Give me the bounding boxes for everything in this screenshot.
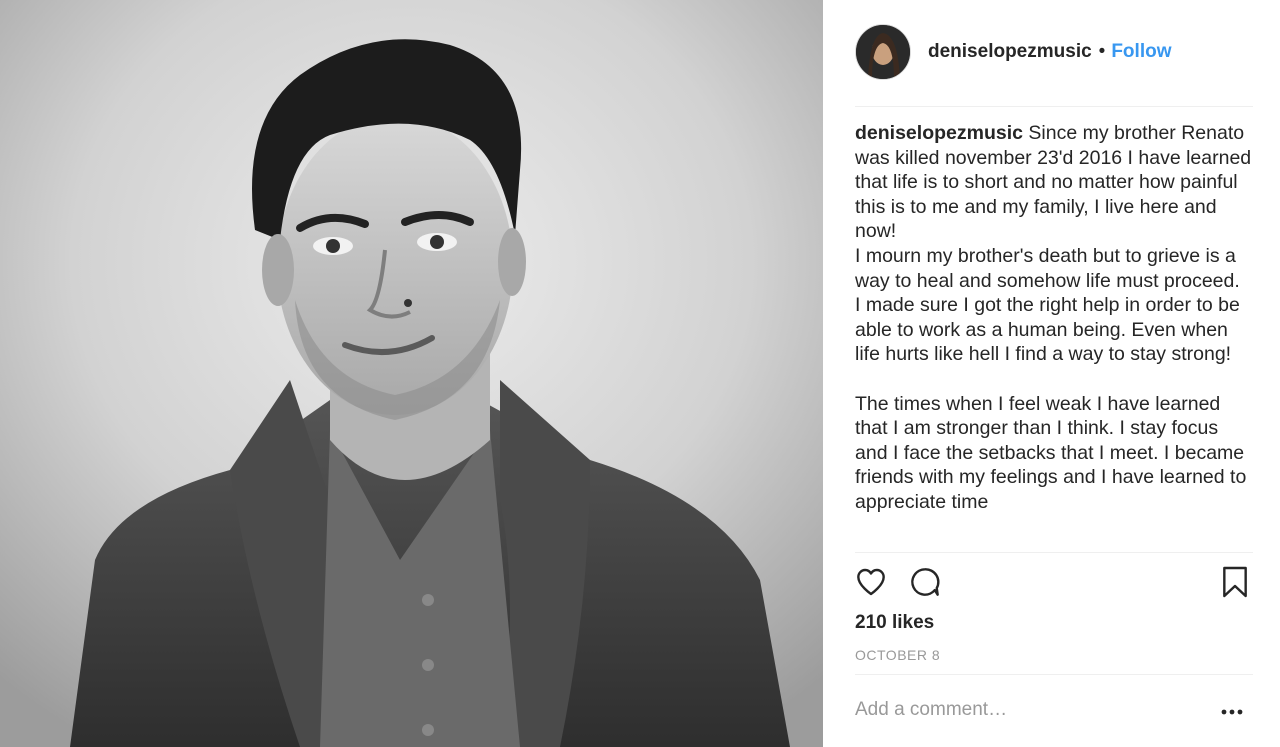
follow-button[interactable]: Follow	[1111, 41, 1171, 63]
comment-row	[855, 690, 1253, 730]
more-dots-icon[interactable]	[1221, 702, 1243, 720]
heart-icon[interactable]	[855, 566, 887, 598]
caption: deniselopezmusic Since my brother Renato…	[855, 121, 1253, 515]
username-link[interactable]: deniselopezmusic	[928, 41, 1092, 63]
comment-input[interactable]	[855, 690, 1195, 730]
caption-username[interactable]: deniselopezmusic	[855, 122, 1023, 144]
action-bar	[855, 566, 1253, 604]
avatar[interactable]	[855, 24, 911, 80]
likes-count[interactable]: 210 likes	[855, 612, 934, 634]
comment-bubble-icon[interactable]	[909, 566, 941, 598]
bookmark-icon[interactable]	[1221, 566, 1249, 598]
divider	[855, 674, 1253, 675]
portrait-image	[0, 0, 823, 747]
post-date[interactable]: OCTOBER 8	[855, 647, 940, 663]
post-header: deniselopezmusic • Follow	[855, 24, 1253, 80]
divider	[855, 106, 1253, 107]
post-photo[interactable]	[0, 0, 823, 747]
post-details-panel: deniselopezmusic • Follow deniselopezmus…	[823, 0, 1280, 747]
caption-text: Since my brother Renato was killed novem…	[855, 122, 1252, 513]
separator-dot: •	[1098, 41, 1106, 62]
caption-scroll-area[interactable]: deniselopezmusic Since my brother Renato…	[855, 121, 1253, 552]
avatar-image	[856, 25, 910, 79]
divider	[855, 552, 1253, 553]
